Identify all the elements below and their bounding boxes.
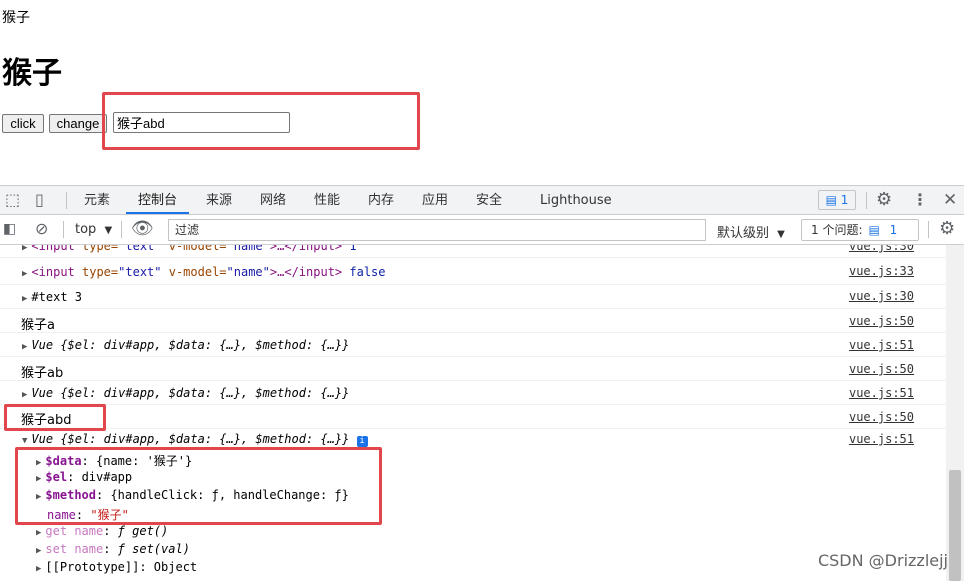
tab-network[interactable]: 网络: [260, 186, 286, 214]
log-level-select[interactable]: 默认级别 ▼: [717, 222, 785, 241]
source-link[interactable]: vue.js:51: [849, 338, 914, 352]
log-highlight-box: [4, 404, 106, 431]
expand-triangle-icon[interactable]: ▶: [36, 528, 41, 538]
source-link[interactable]: vue.js:33: [849, 264, 914, 278]
console-toolbar: ◧ ⊘ top ▼ 👁 过滤 默认级别 ▼ 1 个问题: ▤ 1 ⚙: [0, 215, 964, 245]
source-link[interactable]: vue.js:51: [849, 386, 914, 400]
console-message[interactable]: ▶ <input type="text" v-model="name">…</in…: [22, 245, 357, 253]
inspect-element-icon[interactable]: ⬚: [5, 186, 20, 214]
console-row: 猴子abd vue.js:50: [0, 405, 946, 429]
object-property[interactable]: ▶ [[Prototype]]: Object: [36, 560, 197, 574]
info-icon[interactable]: i: [356, 436, 368, 447]
log-level-label: 默认级别: [717, 226, 770, 241]
expand-triangle-icon[interactable]: ▶: [22, 342, 27, 352]
console-row: ▶ #text 3 vue.js:30: [0, 285, 946, 309]
expand-triangle-icon[interactable]: ▶: [36, 546, 41, 556]
issues-button[interactable]: 1 个问题: ▤ 1: [801, 219, 919, 241]
divider: [63, 221, 64, 238]
context-label: top: [75, 222, 97, 237]
issues-badge-count: 1: [840, 193, 849, 207]
collapse-triangle-icon[interactable]: ▼: [22, 436, 27, 446]
close-icon[interactable]: ✕: [943, 186, 957, 214]
source-link[interactable]: vue.js:51: [849, 432, 914, 446]
message-icon: ▤: [825, 193, 837, 207]
console-row: ▶ Vue {$el: div#app, $data: {…}, $method:…: [0, 381, 946, 405]
page-heading: 猴子: [2, 56, 62, 91]
console-message[interactable]: ▶ #text 3: [22, 290, 82, 304]
console-message[interactable]: ▶ Vue {$el: div#app, $data: {…}, $method:…: [22, 338, 349, 352]
filter-input[interactable]: 过滤: [168, 219, 706, 241]
tab-lighthouse[interactable]: Lighthouse: [540, 186, 612, 214]
console-message: 猴子a: [21, 318, 55, 333]
expand-triangle-icon[interactable]: ▶: [22, 269, 27, 279]
divider: [866, 192, 867, 209]
watermark: CSDN @Drizzlejj: [817, 551, 948, 570]
gear-icon[interactable]: ⚙: [876, 186, 892, 214]
console-row: ▶ <input type="text" v-model="name">…</in…: [0, 245, 946, 258]
source-link[interactable]: vue.js:50: [849, 314, 914, 328]
object-property[interactable]: ▶ set name: ƒ set(val): [36, 542, 190, 556]
chevron-down-icon: ▼: [104, 225, 113, 236]
expand-triangle-icon[interactable]: ▶: [22, 294, 27, 304]
expand-triangle-icon[interactable]: ▶: [22, 390, 27, 400]
source-link[interactable]: vue.js:30: [849, 245, 914, 253]
tab-console[interactable]: 控制台: [126, 186, 190, 214]
sidebar-toggle-icon[interactable]: ◧: [3, 215, 16, 243]
tab-security[interactable]: 安全: [476, 186, 502, 214]
object-property[interactable]: ▶ get name: ƒ get(): [36, 524, 168, 538]
console-row: 猴子a vue.js:50: [0, 309, 946, 333]
context-select[interactable]: top ▼: [75, 222, 112, 237]
console-message[interactable]: ▶ Vue {$el: div#app, $data: {…}, $method:…: [22, 386, 349, 400]
console-row: 猴子ab vue.js:50: [0, 357, 946, 381]
console-row: ▶ Vue {$el: div#app, $data: {…}, $method:…: [0, 333, 946, 357]
tab-elements[interactable]: 元素: [84, 186, 110, 214]
clear-console-icon[interactable]: ⊘: [35, 215, 48, 243]
more-options-icon[interactable]: ⋮: [912, 186, 928, 214]
message-icon: ▤: [868, 223, 880, 237]
source-link[interactable]: vue.js:30: [849, 289, 914, 303]
chevron-down-icon: ▼: [777, 229, 785, 240]
expand-triangle-icon[interactable]: ▶: [36, 564, 41, 574]
eye-icon[interactable]: 👁: [131, 215, 154, 243]
console-settings-gear-icon[interactable]: ⚙: [939, 215, 955, 243]
console-message: 猴子ab: [21, 366, 64, 381]
devtools-tab-bar: ⬚ ▯ 元素 控制台 来源 网络 性能 内存 应用 安全 Lighthouse …: [0, 185, 964, 215]
tab-memory[interactable]: 内存: [368, 186, 394, 214]
issues-count: 1: [889, 223, 898, 237]
divider: [66, 192, 67, 209]
issues-label: 1 个问题:: [811, 223, 863, 237]
source-link[interactable]: vue.js:50: [849, 410, 914, 424]
divider: [121, 221, 122, 238]
tab-sources[interactable]: 来源: [206, 186, 232, 214]
input-highlight-box: [102, 92, 420, 150]
page-text: 猴子: [2, 10, 30, 26]
console-message[interactable]: ▼ Vue {$el: div#app, $data: {…}, $method:…: [22, 432, 368, 447]
source-link[interactable]: vue.js:50: [849, 362, 914, 376]
click-button[interactable]: click: [2, 114, 44, 133]
console-row: ▶ <input type="text" v-model="name">…</in…: [0, 261, 946, 285]
change-button[interactable]: change: [49, 114, 107, 133]
device-toolbar-icon[interactable]: ▯: [35, 186, 44, 214]
tab-performance[interactable]: 性能: [314, 186, 340, 214]
issues-badge[interactable]: ▤ 1: [818, 190, 856, 210]
object-highlight-box: [15, 447, 382, 525]
divider: [928, 221, 929, 238]
scrollbar-thumb[interactable]: [949, 470, 961, 581]
expand-triangle-icon[interactable]: ▶: [22, 245, 27, 253]
tab-application[interactable]: 应用: [422, 186, 448, 214]
console-message[interactable]: ▶ <input type="text" v-model="name">…</in…: [22, 265, 386, 279]
